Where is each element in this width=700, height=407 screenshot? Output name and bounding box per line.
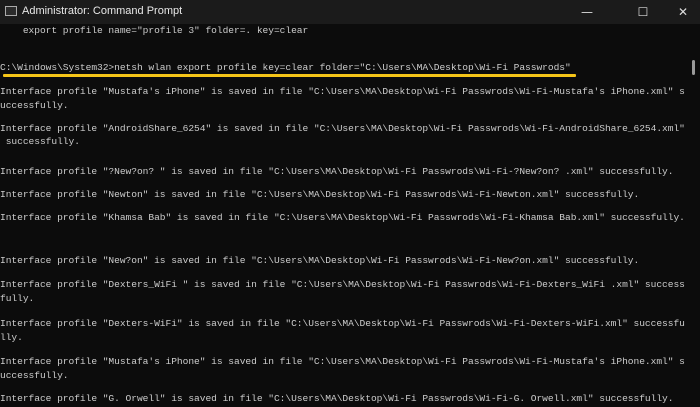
terminal-line: Interface profile "Mustafa's iPhone" is … <box>0 86 685 97</box>
terminal-line: Interface profile "New?on" is saved in f… <box>0 255 640 266</box>
terminal-line: Interface profile "Khamsa Bab" is saved … <box>0 212 685 223</box>
terminal-line: Interface profile "Newton" is saved in f… <box>0 189 640 200</box>
terminal-line: fully. <box>0 293 35 304</box>
terminal-line: Interface profile "?New?on? " is saved i… <box>0 166 674 177</box>
terminal-line: Interface profile "G. Orwell" is saved i… <box>0 393 674 404</box>
close-button[interactable]: ✕ <box>660 0 700 24</box>
command-line: C:\Windows\System32>netsh wlan export pr… <box>0 62 571 73</box>
highlight-underline <box>3 74 576 77</box>
cmd-icon <box>5 6 17 16</box>
terminal-line: lly. <box>0 332 23 343</box>
terminal-output[interactable]: export profile name="profile 3" folder=.… <box>0 24 688 407</box>
terminal-line: Interface profile "AndroidShare_6254" is… <box>0 123 685 134</box>
window-title: Administrator: Command Prompt <box>22 5 183 17</box>
terminal-line: Interface profile "Dexters-WiFi" is save… <box>0 318 685 329</box>
title-bar[interactable]: Administrator: Command Prompt — ☐ ✕ <box>0 0 700 24</box>
minimize-button[interactable]: — <box>564 0 610 24</box>
terminal-line: Interface profile "Dexters_WiFi " is sav… <box>0 279 685 290</box>
terminal-line: uccessfully. <box>0 100 69 111</box>
scrollbar-thumb[interactable] <box>692 60 695 75</box>
terminal-line: successfully. <box>0 136 80 147</box>
terminal-line: export profile name="profile 3" folder=.… <box>0 25 309 36</box>
terminal-line: Interface profile "Mustafa's iPhone" is … <box>0 356 685 367</box>
scrollbar[interactable] <box>688 24 700 407</box>
terminal-line: uccessfully. <box>0 370 69 381</box>
